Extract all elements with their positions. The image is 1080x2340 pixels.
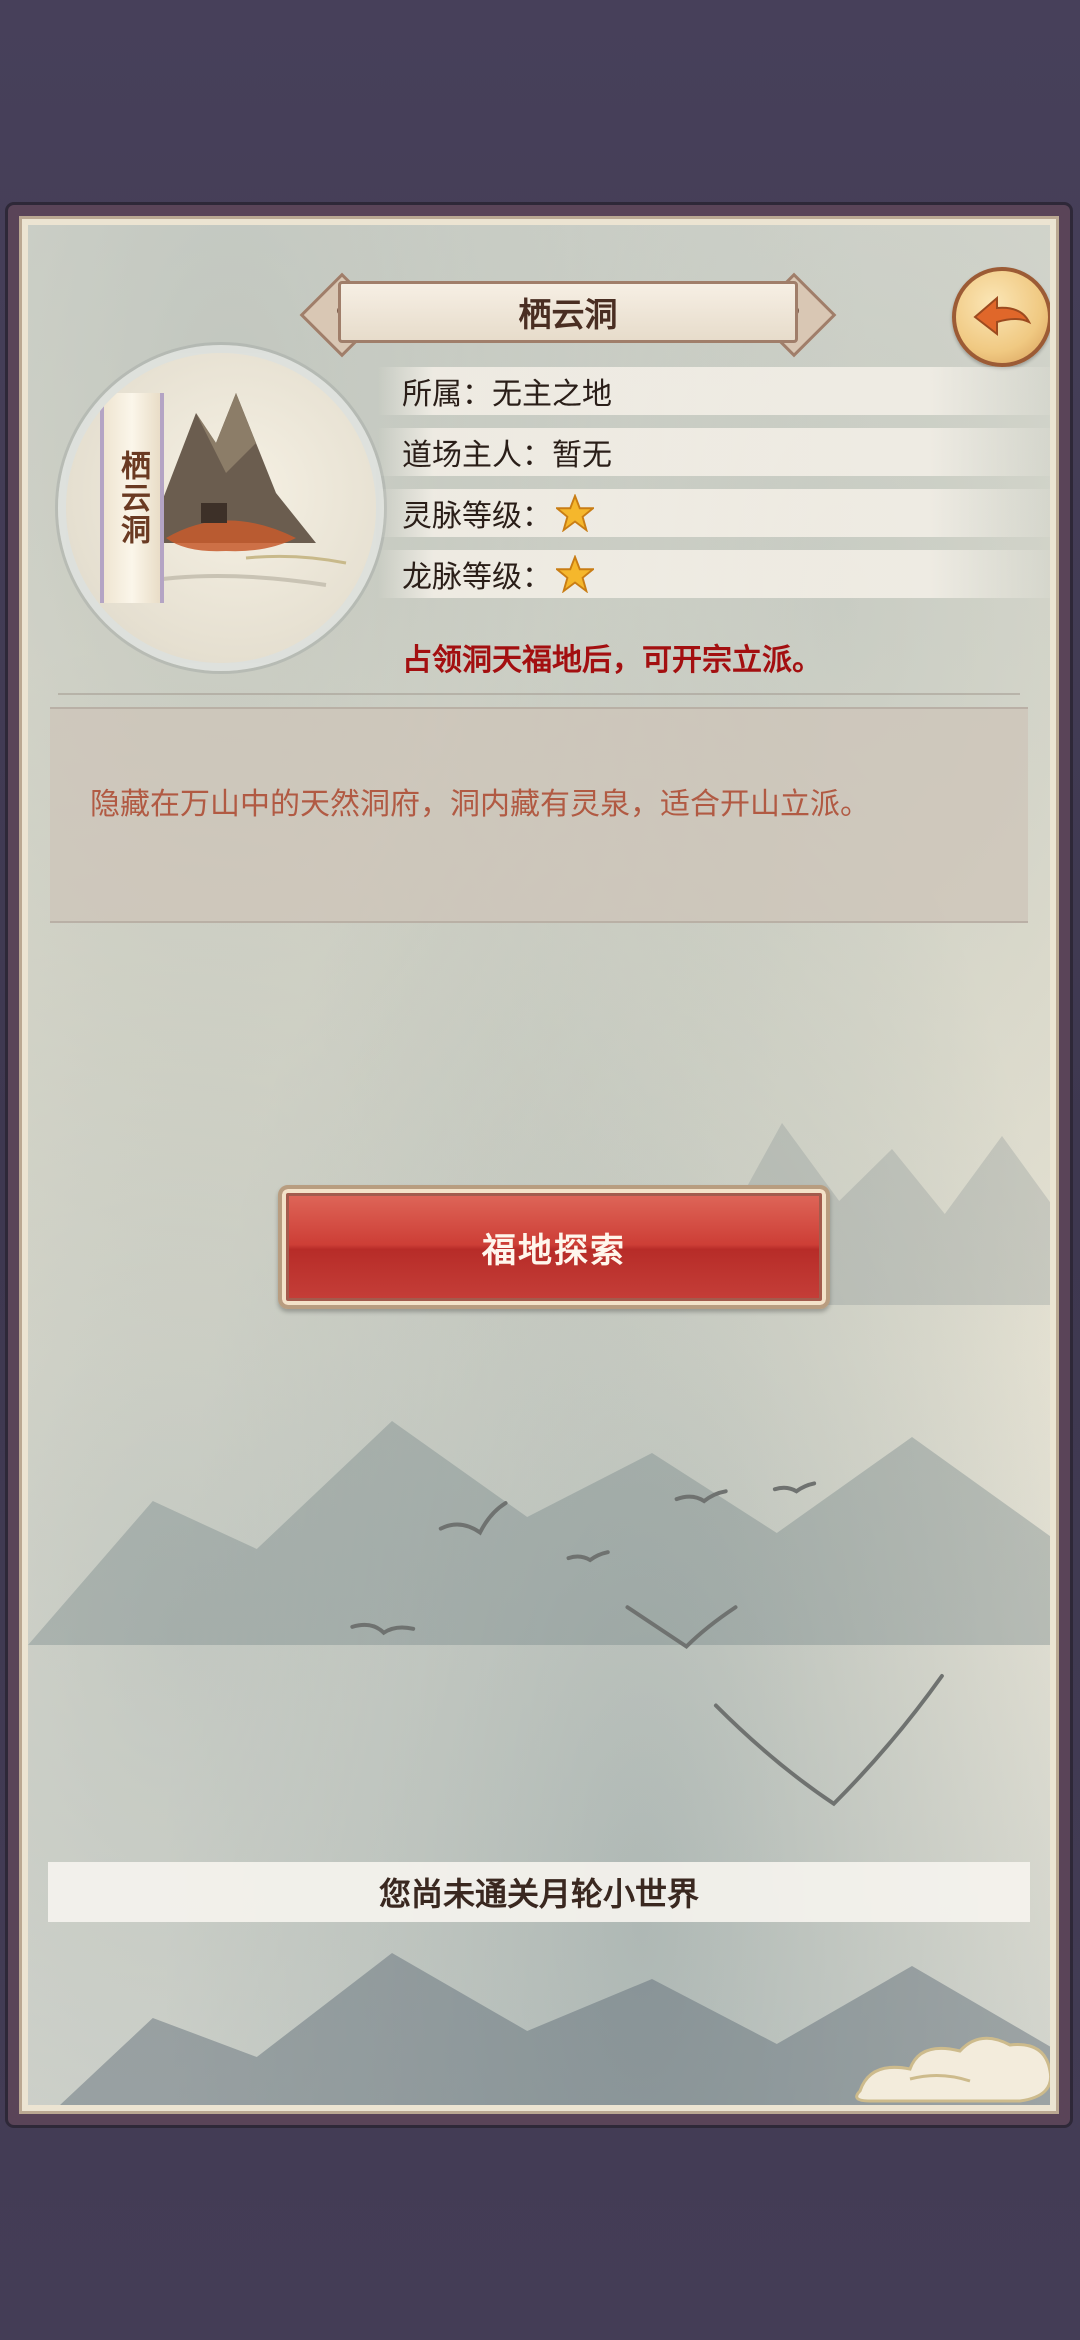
info-row-spirit-vein: 灵脉等级： xyxy=(378,489,1050,537)
divider xyxy=(58,693,1020,695)
owner-value: 暂无 xyxy=(552,438,612,473)
location-portrait: 栖云洞 xyxy=(58,345,384,671)
info-row-dragon-vein: 龙脉等级： xyxy=(378,550,1050,598)
title-banner: 栖云洞 xyxy=(298,272,838,358)
description-box: 隐藏在万山中的天然洞府，洞内藏有灵泉，适合开山立派。 xyxy=(50,707,1028,923)
dragon-vein-label: 龙脉等级： xyxy=(402,560,552,595)
affiliation-value: 无主之地 xyxy=(492,377,612,412)
info-row-affiliation: 所属： 无主之地 xyxy=(378,367,1050,415)
dialog-panel: 栖云洞 栖云洞 所属： 无主之地 道场主人： 暂无 灵脉等级： 龙脉等级： 占领… xyxy=(19,216,1059,2114)
dialog-frame: 栖云洞 栖云洞 所属： 无主之地 道场主人： 暂无 灵脉等级： 龙脉等级： 占领… xyxy=(8,205,1070,2125)
star-icon xyxy=(556,555,594,593)
affiliation-label: 所属： xyxy=(402,377,492,412)
cloud-ornament-icon xyxy=(855,2036,1050,2103)
star-icon xyxy=(556,494,594,532)
mountain-decoration xyxy=(28,1421,1050,1645)
explore-button[interactable]: 福地探索 xyxy=(278,1185,830,1309)
page-title: 栖云洞 xyxy=(338,281,798,343)
info-row-owner: 道场主人： 暂无 xyxy=(378,428,1050,476)
spirit-vein-label: 灵脉等级： xyxy=(402,499,552,534)
location-scroll-label: 栖云洞 xyxy=(100,393,164,603)
back-arrow-icon xyxy=(973,295,1032,337)
status-message: 您尚未通关月轮小世界 xyxy=(48,1862,1030,1922)
occupy-notice: 占领洞天福地后，可开宗立派。 xyxy=(402,643,822,678)
owner-label: 道场主人： xyxy=(402,438,552,473)
back-button[interactable] xyxy=(952,267,1050,367)
description-text: 隐藏在万山中的天然洞府，洞内藏有灵泉，适合开山立派。 xyxy=(90,787,870,822)
